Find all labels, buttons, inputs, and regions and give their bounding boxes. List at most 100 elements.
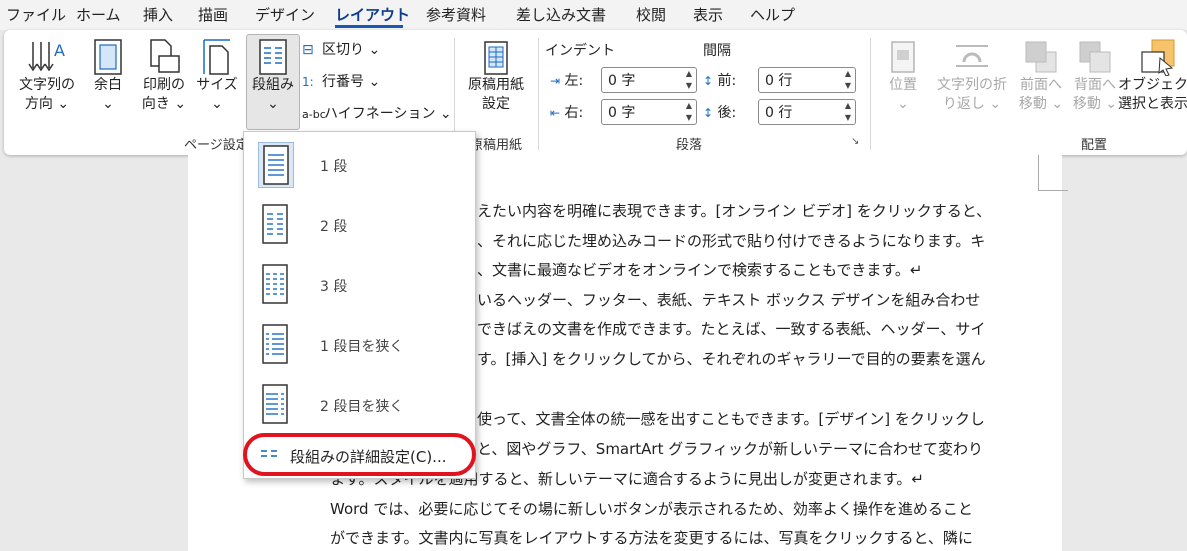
size-button[interactable]: サイズ ⌄ [194,38,240,114]
breaks-button[interactable]: ⊟ 区切り ⌄ [302,39,380,59]
text-direction-label-1: 文字列の [19,77,75,93]
selection-pane-label-2: 選択と表示 [1118,96,1187,112]
tab-layout[interactable]: レイアウト [335,4,410,25]
tab-file[interactable]: ファイル [6,4,66,25]
position-button[interactable]: 位置 ⌄ [880,38,926,114]
tab-draw[interactable]: 描画 [198,4,228,25]
indent-right-label: ⇤ 右: [550,105,584,121]
send-backward-button[interactable]: 背面へ 移動 ⌄ [1068,38,1122,114]
tab-review[interactable]: 校閲 [636,4,666,25]
page-setup-group-label: ページ設定 [184,138,249,153]
document-text-line[interactable]: できばえの文書を作成できます。たとえば、一致する表紙、ヘッダー、サイ [477,318,985,339]
columns-option-label: 3 段 [320,279,348,295]
document-text-line[interactable]: す。[挿入] をクリックしてから、それぞれのギャラリーで目的の要素を選ん [477,348,986,369]
columns-option-three[interactable]: 3 段 [244,256,475,312]
orientation-label-1: 印刷の [143,77,185,93]
selection-pane-label-1: オブジェクトの [1118,77,1187,93]
columns-option-one[interactable]: 1 段 [244,136,475,192]
columns-label: 段組み [252,77,294,93]
breaks-icon: ⊟ [302,42,314,58]
columns-button[interactable]: 段組み ⌄ [246,38,300,114]
arrange-group-label: 配置 [1081,138,1108,153]
paragraph-group-label: 段落 [676,138,703,153]
document-text-line[interactable]: いるヘッダー、フッター、表紙、テキスト ボックス デザインを組み合わせ [477,289,980,310]
tab-view[interactable]: 表示 [693,4,723,25]
ribbon: A 文字列の 方向 ⌄ 余白 ⌄ 印刷の 向き ⌄ サイズ ⌄ 段組み ⌄ ⊟ … [4,30,1187,155]
columns-option-two[interactable]: 2 段 [244,196,475,252]
tab-references[interactable]: 参考資料 [426,4,486,25]
line-numbers-button[interactable]: 1: 行番号 ⌄ [302,71,380,91]
two-columns-icon [262,204,288,244]
columns-option-label: 2 段 [320,219,348,235]
spacing-after-icon: ↕ [703,106,714,120]
spin-arrows-icon[interactable]: ▲ ▼ [686,68,692,92]
document-text-line[interactable]: と、図やグラフ、SmartArt グラフィックが新しいテーマに合わせて変わり [477,438,983,459]
indent-right-input[interactable]: 0 字 ▲ ▼ [601,99,697,125]
spin-arrows-icon[interactable]: ▲ ▼ [845,100,851,124]
manuscript-icon [484,41,508,75]
bring-forward-label-2: 移動 ⌄ [1018,96,1064,112]
orientation-label-2: 向き ⌄ [141,96,187,112]
spacing-before-label: ↕ 前: [703,73,737,89]
manuscript-settings-button[interactable]: 原稿用紙 設定 [460,40,532,114]
page-corner-mark [1038,190,1068,191]
document-text-line[interactable]: ができます。文書内に写真をレイアウトする方法を変更するには、写真をクリックすると… [330,527,973,548]
document-text-line[interactable]: えたい内容を明確に表現できます。[オンライン ビデオ] をクリックすると、 [477,200,991,221]
columns-option-label: 1 段目を狭く [320,339,404,355]
manuscript-label-1: 原稿用紙 [468,77,524,93]
columns-icon [259,39,287,75]
wrap-text-button[interactable]: 文字列の折 り返し ⌄ [932,38,1012,114]
manuscript-label-2: 設定 [482,96,510,112]
paragraph-dialog-launcher-icon[interactable]: ↘ [851,136,859,147]
page-size-icon [203,39,230,75]
tab-help[interactable]: ヘルプ [750,4,795,25]
columns-dropdown-menu: 1 段 2 段 3 段 1 段目を狭く 2 段目を狭く 段組みの詳細設定(C).… [243,131,476,479]
orientation-icon [150,39,180,73]
bring-forward-icon [1025,41,1057,73]
document-text-line[interactable]: 、それに応じた埋め込みコードの形式で貼り付けできるようになります。キ [477,230,985,251]
line-numbers-icon: 1: [302,75,314,89]
text-direction-button[interactable]: A 文字列の 方向 ⌄ [16,38,78,114]
columns-option-left[interactable]: 1 段目を狭く [244,316,475,372]
indent-left-icon: ⇥ [550,74,561,88]
right-narrow-column-icon [262,384,288,424]
margins-label: 余白 [94,77,122,93]
separator [870,38,871,150]
separator [538,38,539,150]
spin-arrows-icon[interactable]: ▲ ▼ [686,100,692,124]
send-backward-label-2: 移動 ⌄ [1072,96,1118,112]
svg-text:A: A [54,41,65,60]
columns-option-right[interactable]: 2 段目を狭く [244,376,475,432]
selection-pane-button[interactable]: オブジェクトの 選択と表示 [1118,38,1187,114]
hyphenation-button[interactable]: a-bcハイフネーション ⌄ [302,103,452,123]
wrap-text-label-2: り返し ⌄ [942,96,1002,112]
spacing-after-input[interactable]: 0 行 ▲ ▼ [758,99,856,125]
margins-button[interactable]: 余白 ⌄ [86,38,130,114]
tab-home[interactable]: ホーム [76,4,121,25]
tab-mailings[interactable]: 差し込み文書 [516,4,606,25]
margins-dropdown-icon: ⌄ [102,96,114,112]
tab-insert[interactable]: 挿入 [143,4,173,25]
tab-design[interactable]: デザイン [255,4,315,25]
active-tab-indicator [335,25,403,28]
send-backward-label-1: 背面へ [1074,77,1116,93]
orientation-button[interactable]: 印刷の 向き ⌄ [138,38,190,114]
size-dropdown-icon: ⌄ [211,96,223,112]
spacing-before-input[interactable]: 0 行 ▲ ▼ [758,67,856,93]
breaks-label: 区切り [322,42,364,58]
document-text-line[interactable]: 使って、文書全体の統一感を出すこともできます。[デザイン] をクリックし [477,408,985,429]
bring-forward-label-1: 前面へ [1020,77,1062,93]
indent-title: インデント [545,43,615,59]
three-columns-icon [262,264,288,304]
spin-arrows-icon[interactable]: ▲ ▼ [845,68,851,92]
send-backward-icon [1079,41,1111,73]
text-direction-label-2: 方向 ⌄ [24,96,70,112]
indent-left-input[interactable]: 0 字 ▲ ▼ [601,67,697,93]
document-text-line[interactable]: 、文書に最適なビデオをオンラインで検索することもできます。↵ [477,259,922,280]
manuscript-group-label: 原稿用紙 [470,138,523,153]
hyphenation-icon: a-bc [302,108,326,121]
size-label: サイズ [196,77,238,93]
margins-icon [94,39,122,75]
document-text-line[interactable]: Word では、必要に応じてその場に新しいボタンが表示されるため、効率よく操作を… [330,498,973,519]
bring-forward-button[interactable]: 前面へ 移動 ⌄ [1014,38,1068,114]
